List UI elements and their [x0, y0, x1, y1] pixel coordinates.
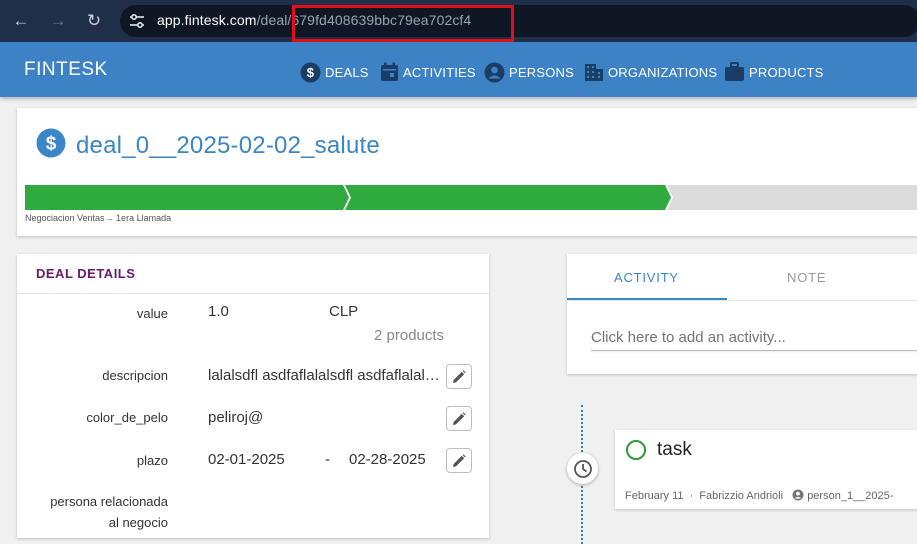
dollar-circle-icon: $ — [36, 128, 66, 158]
nav-activities-label: ACTIVITIES — [403, 64, 476, 80]
color-de-pelo-label: color_de_pelo — [86, 410, 168, 425]
deal-title: deal_0__2025-02-02_salute — [76, 132, 380, 159]
site-settings-icon[interactable] — [128, 12, 146, 30]
person-circle-icon — [792, 489, 804, 501]
url-id-highlight-box — [292, 5, 514, 42]
stage-caption: Negociacion Ventas→ 1era Llamada — [25, 213, 172, 223]
color-de-pelo-value: peliroj@ — [208, 409, 264, 426]
pipeline-stage-1[interactable] — [25, 185, 349, 210]
calendar-icon — [381, 62, 398, 81]
task-person-link[interactable]: person_1__2025- — [807, 490, 893, 502]
add-activity-input[interactable] — [591, 324, 917, 351]
value-amount: 1.0 — [208, 303, 229, 320]
task-meta: February 11 · Fabrizzio Andrioli person_… — [625, 489, 893, 502]
activity-card: ACTIVITY NOTE — [567, 254, 917, 374]
task-status-circle-icon[interactable] — [626, 440, 646, 460]
url-path: /deal — [256, 12, 288, 28]
tab-note[interactable]: NOTE — [787, 270, 826, 285]
building-icon — [585, 64, 603, 81]
tab-activity[interactable]: ACTIVITY — [614, 270, 679, 285]
clock-icon — [573, 459, 592, 478]
task-card[interactable]: task February 11 · Fabrizzio Andrioli pe… — [615, 430, 917, 509]
nav-organizations[interactable]: ORGANIZATIONS — [584, 61, 717, 83]
plazo-label: plazo — [136, 453, 168, 468]
nav-deals-label: DEALS — [325, 64, 369, 80]
plazo-start-date[interactable]: 02-01-2025 — [208, 451, 285, 468]
value-currency: CLP — [329, 303, 359, 320]
nav-products[interactable]: PRODUCTS — [724, 61, 824, 83]
tab-divider — [567, 300, 917, 301]
timeline-clock — [567, 453, 598, 484]
nav-persons-label: PERSONS — [509, 64, 574, 80]
deal-header-card: $ deal_0__2025-02-02_salute Negociacion … — [17, 108, 917, 236]
app-header: FINTESK $ DEALS ACTIVITIES PERSONS ORGAN… — [0, 42, 917, 97]
task-title: task — [657, 439, 692, 460]
nav-activities[interactable]: ACTIVITIES — [380, 61, 476, 83]
reload-icon[interactable]: ↻ — [84, 11, 104, 31]
url-host: app.fintesk.com — [157, 12, 257, 28]
products-count[interactable]: 2 products — [374, 327, 444, 344]
pipeline-stage-2[interactable] — [345, 185, 671, 210]
nav-persons[interactable]: PERSONS — [484, 61, 574, 83]
pencil-icon — [453, 369, 466, 383]
edit-color-de-pelo-button[interactable] — [446, 406, 472, 431]
task-date: February 11 — [625, 490, 684, 502]
descripcion-label: descripcion — [102, 368, 168, 383]
forward-arrow-icon[interactable]: → — [48, 11, 68, 31]
deal-details-card: DEAL DETAILS value 1.0 CLP 2 products de… — [17, 254, 489, 538]
value-label: value — [136, 306, 168, 321]
task-owner: Fabrizzio Andrioli — [699, 490, 784, 502]
nav-organizations-label: ORGANIZATIONS — [608, 64, 718, 80]
pipeline-progress — [25, 185, 917, 210]
brand-logo-text[interactable]: FINTESK — [24, 59, 108, 81]
persona-label-line-1: persona relacionada — [50, 494, 168, 509]
plazo-dash: - — [325, 451, 330, 468]
browser-toolbar: ← → ↻ app.fintesk.com/deal/679fd408639bb… — [0, 0, 917, 42]
persona-label-line-2: al negocio — [108, 515, 168, 530]
pencil-icon — [453, 453, 466, 467]
deal-details-title: DEAL DETAILS — [36, 266, 136, 281]
edit-plazo-button[interactable] — [446, 448, 472, 473]
nav-products-label: PRODUCTS — [749, 64, 824, 80]
plazo-end-date[interactable]: 02-28-2025 — [349, 451, 426, 468]
dollar-circle-icon: $ — [300, 62, 321, 82]
meta-separator: · — [689, 490, 694, 502]
svg-text:$: $ — [46, 134, 57, 155]
divider — [17, 293, 489, 294]
person-circle-icon — [484, 62, 505, 82]
descripcion-value: lalalsdfl asdfaflalalsdfl asdfaflalalsdf… — [208, 367, 446, 384]
pencil-icon — [453, 411, 466, 425]
nav-deals[interactable]: $ DEALS — [300, 61, 369, 83]
pipeline-stage-3[interactable] — [667, 185, 917, 210]
back-arrow-icon[interactable]: ← — [11, 11, 31, 31]
edit-descripcion-button[interactable] — [446, 364, 472, 389]
active-tab-indicator — [567, 298, 727, 300]
briefcase-icon — [725, 62, 744, 81]
svg-text:$: $ — [307, 65, 315, 80]
